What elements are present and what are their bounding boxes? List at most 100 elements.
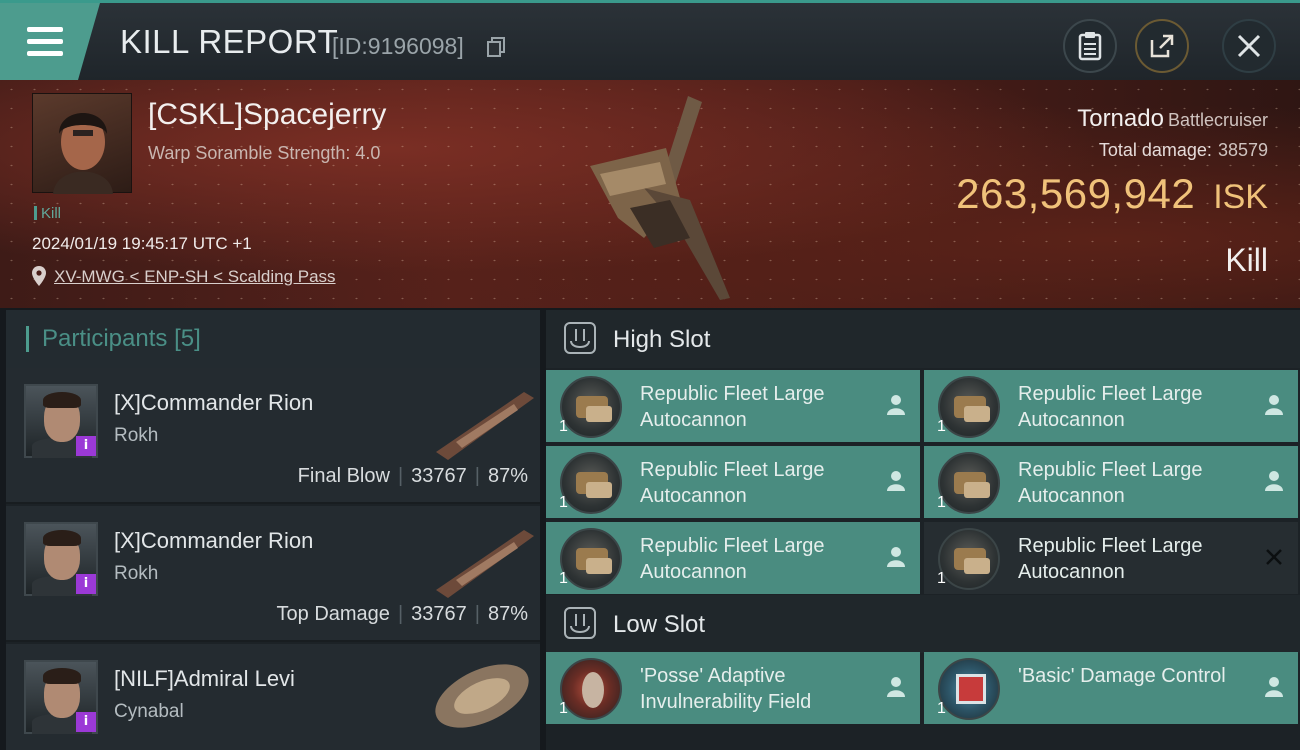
participant-ship: Cynabal bbox=[114, 701, 184, 722]
autocannon-icon bbox=[560, 452, 622, 514]
hamburger-icon bbox=[27, 27, 63, 32]
kill-location-link[interactable]: XV-MWG < ENP-SH < Scalding Pass bbox=[54, 267, 336, 287]
alpha-badge-icon: i bbox=[76, 436, 96, 456]
participant-name[interactable]: [NILF]Admiral Levi bbox=[114, 666, 295, 692]
low-slot-title: Low Slot bbox=[613, 611, 706, 638]
module-quantity: 1 bbox=[559, 494, 568, 511]
share-button[interactable] bbox=[1135, 19, 1189, 73]
participant-percent: 87% bbox=[487, 603, 528, 625]
participant-percent: 87% bbox=[487, 465, 528, 487]
participant-ship: Rokh bbox=[114, 425, 159, 446]
participant-stats: Final Blow | 33767 | 87% bbox=[297, 465, 528, 487]
victim-ship-render bbox=[590, 96, 730, 300]
clipboard-icon bbox=[1078, 32, 1102, 61]
fitting-module[interactable]: 1 'Basic' Damage Control bbox=[924, 652, 1298, 724]
autocannon-icon bbox=[560, 376, 622, 438]
close-button[interactable] bbox=[1222, 19, 1276, 73]
module-quantity: 1 bbox=[559, 700, 568, 717]
fitting-module[interactable]: 1 Republic Fleet Large Autocannon bbox=[924, 522, 1298, 594]
victim-ship: Tornado Battlecruiser bbox=[1077, 105, 1268, 133]
autocannon-icon bbox=[560, 528, 622, 590]
autocannon-icon bbox=[938, 528, 1000, 590]
participant-row[interactable]: i [X]Commander Rion Rokh Final Blow | 3376… bbox=[6, 368, 540, 504]
participant-damage: 33767 bbox=[411, 603, 467, 625]
fitting-module[interactable]: 1 Republic Fleet Large Autocannon bbox=[924, 370, 1298, 442]
module-quantity: 1 bbox=[937, 570, 946, 587]
alpha-badge-icon: i bbox=[76, 712, 96, 732]
person-icon bbox=[1265, 395, 1283, 415]
top-bar: KILL REPORT [ID:9196098] bbox=[0, 0, 1300, 80]
participants-title: Participants [5] bbox=[42, 325, 201, 352]
module-name: 'Posse' Adaptive Invulnerability Field bbox=[640, 665, 812, 713]
kill-tag: Kill bbox=[34, 205, 61, 222]
fitting-module[interactable]: 1 'Posse' Adaptive Invulnerability Field bbox=[546, 652, 920, 724]
autocannon-icon bbox=[938, 452, 1000, 514]
clipboard-button[interactable] bbox=[1063, 19, 1117, 73]
high-slot-title: High Slot bbox=[613, 326, 711, 353]
result-label: Kill bbox=[1225, 242, 1268, 278]
total-damage: Total damage: 38579 bbox=[1098, 140, 1268, 160]
participant-ship-render bbox=[435, 664, 529, 728]
module-quantity: 1 bbox=[559, 418, 568, 435]
participant-ship-render bbox=[436, 392, 534, 460]
high-slot-header: High Slot bbox=[546, 310, 1300, 368]
person-icon bbox=[1265, 471, 1283, 491]
module-quantity: 1 bbox=[937, 418, 946, 435]
isk-amount: 263,569,942 bbox=[956, 170, 1196, 217]
fitting-module[interactable]: 1 Republic Fleet Large Autocannon bbox=[924, 446, 1298, 518]
module-name: Republic Fleet Large Autocannon bbox=[640, 459, 825, 507]
participants-panel: Participants [5] i [X]Commander Rion Rok… bbox=[6, 310, 540, 750]
high-slot-icon bbox=[564, 322, 596, 354]
report-id: [ID:9196098] bbox=[332, 33, 464, 59]
damage-control-icon bbox=[938, 658, 1000, 720]
module-quantity: 1 bbox=[937, 700, 946, 717]
avatar[interactable]: i bbox=[24, 384, 98, 458]
fittings-panel: High Slot 1 Republic Fleet Large Autocan… bbox=[546, 310, 1300, 750]
copy-icon[interactable] bbox=[487, 37, 505, 57]
participant-ship: Rokh bbox=[114, 563, 159, 584]
alpha-badge-icon: i bbox=[76, 574, 96, 594]
participant-row[interactable]: i [X]Commander Rion Rokh Top Damage | 3376… bbox=[6, 506, 540, 642]
person-icon bbox=[1265, 677, 1283, 697]
module-name: 'Basic' Damage Control bbox=[1018, 665, 1226, 687]
location-pin-icon bbox=[32, 266, 46, 286]
ship-class: Battlecruiser bbox=[1167, 110, 1268, 130]
participant-stats: Top Damage | 33767 | 87% bbox=[276, 603, 528, 625]
warp-scramble-strength: Warp Soramble Strength: 4.0 bbox=[148, 143, 381, 163]
victim-portrait[interactable] bbox=[32, 93, 132, 194]
share-icon bbox=[1150, 34, 1174, 58]
module-name: Republic Fleet Large Autocannon bbox=[640, 535, 825, 583]
avatar[interactable]: i bbox=[24, 660, 98, 734]
victim-name[interactable]: [CSKL]Spacejerry bbox=[148, 98, 386, 132]
module-quantity: 1 bbox=[937, 494, 946, 511]
participant-name[interactable]: [X]Commander Rion bbox=[114, 528, 313, 554]
module-name: Republic Fleet Large Autocannon bbox=[1018, 459, 1203, 507]
fitting-module[interactable]: 1 Republic Fleet Large Autocannon bbox=[546, 370, 920, 442]
fitting-module[interactable]: 1 Republic Fleet Large Autocannon bbox=[546, 446, 920, 518]
participants-count: [5] bbox=[174, 325, 201, 352]
page-title: KILL REPORT bbox=[120, 23, 339, 60]
fitting-module[interactable]: 1 Republic Fleet Large Autocannon bbox=[546, 522, 920, 594]
person-icon bbox=[887, 677, 905, 697]
module-name: Republic Fleet Large Autocannon bbox=[640, 383, 825, 431]
participants-header: Participants [5] bbox=[6, 310, 540, 368]
low-slot-header: Low Slot bbox=[546, 595, 1300, 653]
kill-timestamp: 2024/01/19 19:45:17 UTC +1 bbox=[32, 234, 252, 253]
x-icon bbox=[1266, 549, 1282, 565]
close-icon bbox=[1237, 34, 1261, 58]
participant-name[interactable]: [X]Commander Rion bbox=[114, 390, 313, 416]
ship-name[interactable]: Tornado bbox=[1077, 105, 1164, 132]
participant-damage: 33767 bbox=[411, 465, 467, 487]
person-icon bbox=[887, 547, 905, 567]
autocannon-icon bbox=[938, 376, 1000, 438]
shield-icon bbox=[560, 658, 622, 720]
participant-row[interactable]: i [NILF]Admiral Levi Cynabal bbox=[6, 644, 540, 750]
avatar[interactable]: i bbox=[24, 522, 98, 596]
module-quantity: 1 bbox=[559, 570, 568, 587]
isk-value: 263,569,942 ISK bbox=[956, 170, 1268, 218]
total-damage-value: 38579 bbox=[1217, 140, 1268, 160]
isk-unit: ISK bbox=[1213, 178, 1268, 216]
module-name: Republic Fleet Large Autocannon bbox=[1018, 383, 1203, 431]
menu-button[interactable] bbox=[0, 3, 100, 80]
person-icon bbox=[887, 471, 905, 491]
